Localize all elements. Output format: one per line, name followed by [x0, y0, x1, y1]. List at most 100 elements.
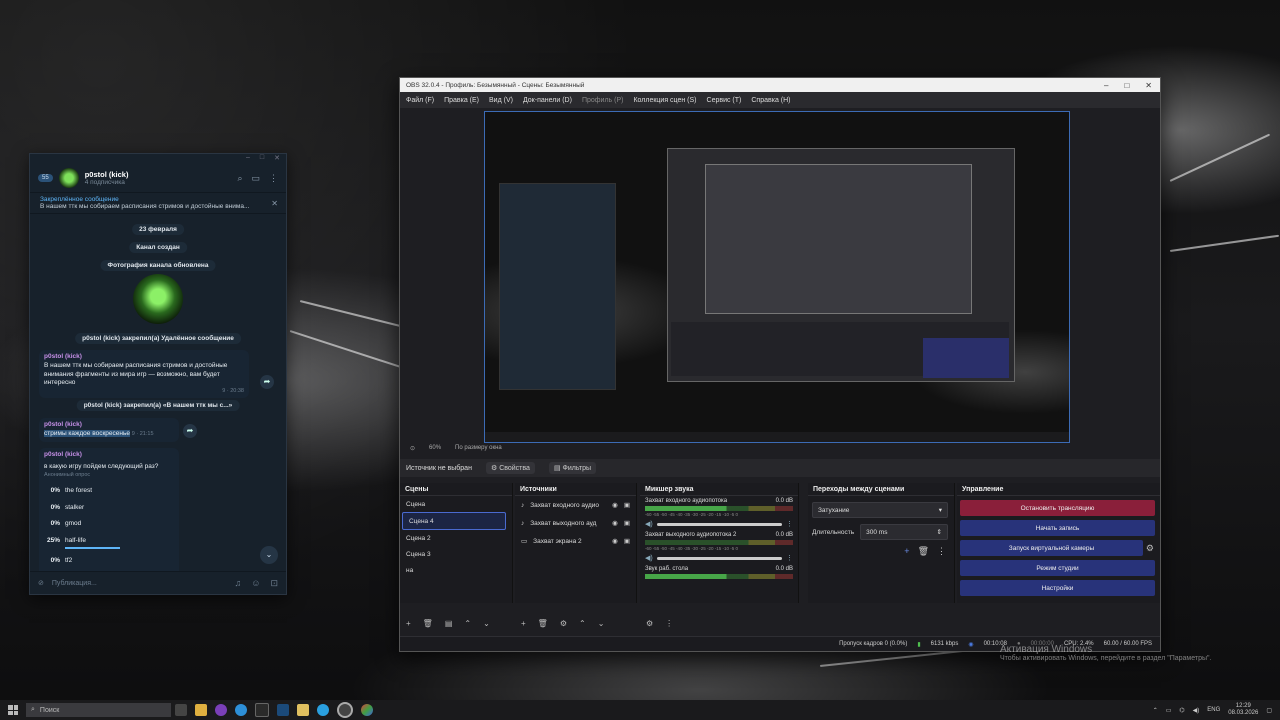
volume-slider[interactable]	[656, 522, 782, 526]
back-badge[interactable]: 55	[38, 174, 53, 182]
file-explorer-icon[interactable]	[195, 704, 207, 716]
scene-item[interactable]: Сцена 4	[402, 512, 506, 530]
poll-option[interactable]: 0% the forest	[44, 487, 174, 496]
menu-view[interactable]: Вид (V)	[489, 97, 513, 104]
start-icon[interactable]	[8, 705, 18, 715]
bell-icon[interactable]: ♫	[235, 578, 242, 589]
source-item[interactable]: ♪ Захват выходного ауд ◉ ▣	[515, 514, 636, 532]
battery-icon[interactable]: ▭	[1166, 707, 1172, 714]
zoom-icon[interactable]: ⊙	[410, 445, 415, 452]
scene-item[interactable]: Сцена 3	[400, 546, 512, 562]
studio-mode-button[interactable]: Режим студии	[960, 560, 1155, 576]
filter-icon[interactable]: ▤	[445, 619, 453, 628]
gear-icon[interactable]: ⚙	[560, 619, 567, 628]
start-record-button[interactable]: Начать запись	[960, 520, 1155, 536]
speaker-icon[interactable]: ◀)	[645, 520, 653, 528]
scene-item[interactable]: на	[400, 562, 512, 578]
scene-item[interactable]: Сцена 2	[400, 530, 512, 546]
lock-icon[interactable]: ▣	[624, 537, 630, 545]
forward-icon[interactable]: ➦	[260, 375, 274, 389]
taskbar-clock[interactable]: 12:29 08.03.2026	[1228, 703, 1258, 717]
poll-option[interactable]: 0% stalker	[44, 504, 174, 513]
edge-icon[interactable]	[235, 704, 247, 716]
chat-history[interactable]: 23 февраля Канал создан Фотография канал…	[30, 222, 286, 594]
add-icon[interactable]: +	[521, 619, 526, 628]
more-icon[interactable]: ⋮	[665, 619, 673, 628]
down-icon[interactable]: ⌄	[598, 619, 605, 628]
more-icon[interactable]: ⋮	[269, 173, 278, 184]
comments-icon[interactable]: ▭	[251, 173, 260, 184]
scene-item[interactable]: Сцена	[400, 496, 512, 512]
stop-stream-button[interactable]: Остановить трансляцию	[960, 500, 1155, 516]
speaker-icon[interactable]: ◀)	[645, 554, 653, 562]
poll-option[interactable]: 25% half-life	[44, 537, 174, 546]
chrome-icon[interactable]	[361, 704, 373, 716]
add-icon[interactable]: +	[406, 619, 411, 628]
filters-button[interactable]: ▤ Фильтры	[548, 462, 597, 474]
terminal-icon[interactable]	[255, 703, 269, 717]
menu-scene-collection[interactable]: Коллекция сцен (S)	[633, 97, 696, 104]
menu-docks[interactable]: Док-панели (D)	[523, 97, 572, 104]
volume-slider[interactable]	[656, 556, 782, 560]
eye-icon[interactable]: ◉	[612, 537, 618, 545]
attach-icon[interactable]: ⊘	[38, 579, 44, 587]
channel-photo[interactable]	[133, 274, 183, 324]
obs-icon[interactable]	[337, 702, 353, 718]
menu-file[interactable]: Файл (F)	[406, 97, 434, 104]
gear-icon[interactable]: ⚙	[646, 619, 653, 628]
eye-icon[interactable]: ◉	[612, 519, 618, 527]
notification-icon[interactable]: ▢	[1266, 707, 1272, 714]
settings-button[interactable]: Настройки	[960, 580, 1155, 596]
up-icon[interactable]: ⌃	[579, 619, 586, 628]
up-icon[interactable]: ⌃	[464, 619, 471, 628]
add-icon[interactable]: +	[904, 546, 909, 557]
close-pinned-icon[interactable]: ✕	[271, 199, 278, 208]
lock-icon[interactable]: ▣	[624, 501, 630, 509]
yandex-icon[interactable]	[215, 704, 227, 716]
more-icon[interactable]: ⋮	[786, 520, 793, 528]
virtual-camera-button[interactable]: Запуск виртуальной камеры	[960, 540, 1143, 556]
eye-icon[interactable]: ◉	[612, 501, 618, 509]
trash-icon[interactable]: 🗑	[538, 619, 548, 628]
zoom-level[interactable]: 60%	[429, 445, 441, 452]
search-icon[interactable]: ⌕	[237, 173, 242, 184]
program-preview[interactable]	[484, 111, 1070, 443]
lock-icon[interactable]: ▣	[624, 519, 630, 527]
close-icon[interactable]: ✕	[274, 154, 280, 164]
pinned-message[interactable]: Закреплённое сообщение В нашем ттк мы со…	[30, 193, 286, 214]
volume-icon[interactable]: ◀)	[1193, 707, 1200, 714]
steam-icon[interactable]	[277, 704, 289, 716]
message-bubble[interactable]: p0stol (kick) В нашем ттк мы собираем ра…	[39, 350, 249, 399]
task-view-icon[interactable]	[175, 704, 187, 716]
language-indicator[interactable]: ENG	[1207, 707, 1220, 713]
source-item[interactable]: ▭ Захват экрана 2 ◉ ▣	[515, 532, 636, 550]
message-input[interactable]: Публикация...	[52, 580, 97, 587]
menu-help[interactable]: Справка (H)	[751, 97, 790, 104]
emoji-icon[interactable]: ☺	[251, 578, 260, 589]
forward-icon[interactable]: ➦	[183, 424, 197, 438]
scroll-down-button[interactable]: ⌄	[260, 546, 278, 564]
folder-icon[interactable]	[297, 704, 309, 716]
trash-icon[interactable]: 🗑	[918, 546, 929, 557]
more-icon[interactable]: ⋮	[786, 554, 793, 562]
source-item[interactable]: ♪ Захват входного аудио ◉ ▣	[515, 496, 636, 514]
transition-select[interactable]: Затухание ▾	[812, 502, 948, 518]
properties-button[interactable]: ⚙ Свойства	[485, 462, 535, 474]
channel-avatar[interactable]	[58, 168, 79, 188]
menu-edit[interactable]: Правка (E)	[444, 97, 479, 104]
menu-tools[interactable]: Сервис (T)	[707, 97, 742, 104]
zoom-mode[interactable]: По размеру окна	[455, 445, 502, 452]
taskbar-search[interactable]: ⌕ Поиск	[26, 703, 171, 717]
network-icon[interactable]: ⌬	[1179, 707, 1184, 714]
maximize-icon[interactable]: □	[1124, 81, 1129, 90]
trash-icon[interactable]: 🗑	[423, 619, 433, 628]
minimize-icon[interactable]: –	[1104, 81, 1108, 90]
telegram-icon[interactable]	[317, 704, 329, 716]
more-icon[interactable]: ⋮	[937, 546, 946, 557]
poll-option[interactable]: 0% gmod	[44, 520, 174, 529]
gear-icon[interactable]: ⚙	[1146, 543, 1154, 554]
close-icon[interactable]: ✕	[1145, 81, 1152, 90]
bot-icon[interactable]: ⊡	[270, 578, 278, 589]
message-bubble[interactable]: p0stol (kick) стримы каждое воскресенье …	[39, 418, 179, 442]
menu-profile[interactable]: Профиль (P)	[582, 97, 624, 104]
